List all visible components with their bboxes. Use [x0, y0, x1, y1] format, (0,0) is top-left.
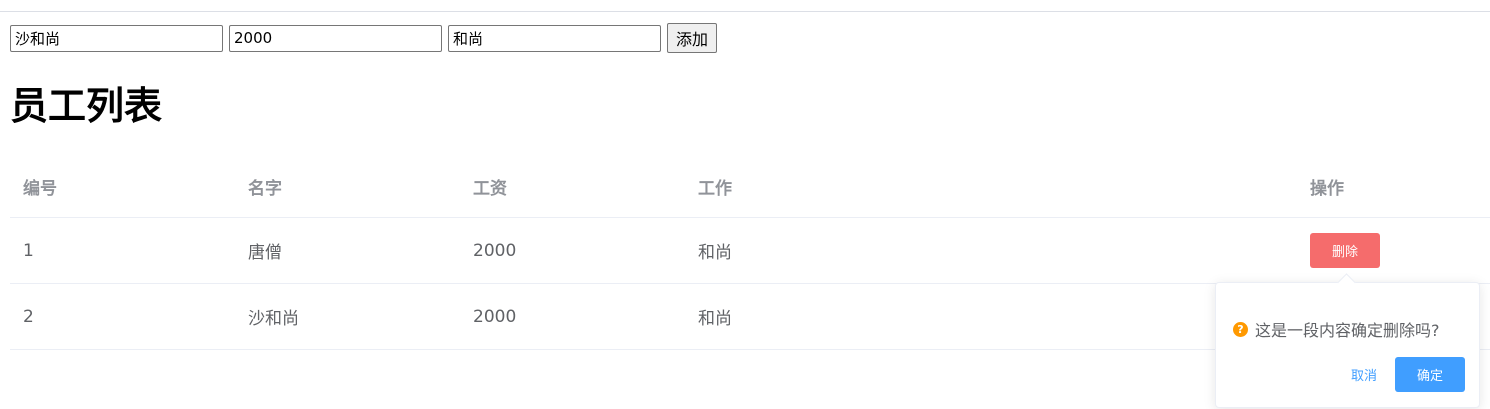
name-input[interactable]: [10, 24, 223, 52]
top-divider: [0, 11, 1490, 12]
header-actions: 操作: [1310, 178, 1344, 199]
page-title: 员工列表: [10, 84, 163, 128]
delete-button[interactable]: 删除: [1310, 233, 1380, 268]
popover-message-text: 这是一段内容确定删除吗?: [1255, 321, 1440, 340]
cancel-button[interactable]: 取消: [1351, 365, 1377, 384]
job-input[interactable]: [448, 24, 661, 52]
salary-input[interactable]: [229, 24, 442, 52]
popover-actions: 取消 确定: [1351, 357, 1465, 392]
add-button[interactable]: 添加: [667, 23, 718, 53]
delete-confirm-popover: ? 这是一段内容确定删除吗? 取消 确定: [1215, 273, 1480, 408]
cell-id: 2: [23, 306, 34, 327]
confirm-button[interactable]: 确定: [1395, 357, 1465, 392]
header-name: 名字: [248, 178, 282, 199]
cell-name: 唐僧: [248, 243, 282, 263]
cell-id: 1: [23, 240, 34, 261]
cell-job: 和尚: [698, 309, 732, 329]
cell-job: 和尚: [698, 243, 732, 263]
cell-salary: 2000: [473, 240, 517, 261]
popover-message: ? 这是一段内容确定删除吗?: [1233, 317, 1440, 341]
header-salary: 工资: [473, 178, 507, 199]
question-circle-icon: ?: [1233, 321, 1248, 337]
header-job: 工作: [698, 178, 732, 199]
cell-salary: 2000: [473, 306, 517, 327]
add-employee-form: 添加: [10, 23, 718, 53]
table-row: 1 唐僧 2000 和尚 删除: [10, 218, 1490, 284]
cell-name: 沙和尚: [248, 309, 299, 329]
table-header-row: 编号 名字 工资 工作 操作: [10, 155, 1490, 218]
header-id: 编号: [23, 178, 57, 199]
